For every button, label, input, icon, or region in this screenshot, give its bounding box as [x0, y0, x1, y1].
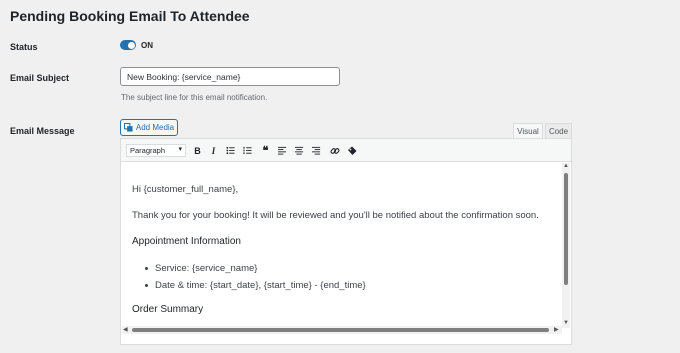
italic-icon[interactable]: I — [207, 144, 220, 157]
horizontal-scroll-thumb[interactable] — [132, 328, 549, 332]
numbered-list-icon[interactable] — [241, 144, 254, 157]
status-toggle[interactable] — [120, 40, 136, 50]
link-icon[interactable] — [328, 144, 341, 157]
add-media-label: Add Media — [135, 123, 175, 132]
bullet-icon — [145, 267, 148, 270]
chevron-down-icon: ▾ — [178, 146, 182, 153]
email-message-editor: Paragraph ▾ B I ❝ Hi {customer_full_name… — [120, 138, 572, 345]
bullet-icon — [145, 284, 148, 287]
email-subject-input[interactable]: New Booking: {service_name} — [120, 67, 340, 86]
align-center-icon[interactable] — [293, 144, 306, 157]
thanks-text: Thank you for your booking! It will be r… — [132, 210, 539, 221]
greeting-text: Hi {customer_full_name}, — [132, 184, 239, 195]
tab-visual[interactable]: Visual — [513, 123, 543, 138]
unlink-icon[interactable] — [345, 144, 358, 157]
email-subject-hint: The subject line for this email notifica… — [121, 93, 268, 102]
status-toggle-text: ON — [141, 41, 153, 50]
format-select[interactable]: Paragraph ▾ — [126, 144, 186, 157]
email-message-label: Email Message — [10, 126, 75, 136]
section-title: Pending Booking Email To Attendee — [10, 8, 250, 24]
scroll-right-icon[interactable]: ▶ — [554, 326, 559, 333]
appointment-heading: Appointment Information — [132, 236, 241, 247]
vertical-scrollbar[interactable]: ▲ ▼ — [562, 163, 570, 328]
add-media-button[interactable]: Add Media — [120, 119, 178, 136]
scroll-up-icon[interactable]: ▲ — [563, 163, 569, 169]
format-select-value: Paragraph — [130, 146, 166, 155]
email-subject-label: Email Subject — [10, 73, 70, 83]
status-label: Status — [10, 42, 38, 52]
list-item: Date & time: {start_date}, {start_time} … — [155, 280, 366, 291]
tab-code[interactable]: Code — [545, 123, 572, 138]
align-left-icon[interactable] — [276, 144, 289, 157]
media-icon — [123, 123, 133, 132]
blockquote-icon[interactable]: ❝ — [259, 144, 272, 157]
toggle-knob — [127, 41, 135, 49]
horizontal-scrollbar[interactable]: ◀ ▶ — [122, 326, 562, 334]
editor-content[interactable]: Hi {customer_full_name}, Thank you for y… — [121, 163, 561, 331]
align-right-icon[interactable] — [310, 144, 323, 157]
list-item: Service: {service_name} — [155, 263, 258, 274]
vertical-scroll-thumb[interactable] — [564, 173, 568, 285]
bold-icon[interactable]: B — [191, 144, 204, 157]
editor-toolbar: Paragraph ▾ B I ❝ — [121, 139, 571, 162]
scroll-left-icon[interactable]: ◀ — [123, 326, 128, 333]
bullet-list-icon[interactable] — [224, 144, 237, 157]
order-summary-heading: Order Summary — [132, 304, 204, 315]
scroll-down-icon[interactable]: ▼ — [563, 320, 569, 326]
